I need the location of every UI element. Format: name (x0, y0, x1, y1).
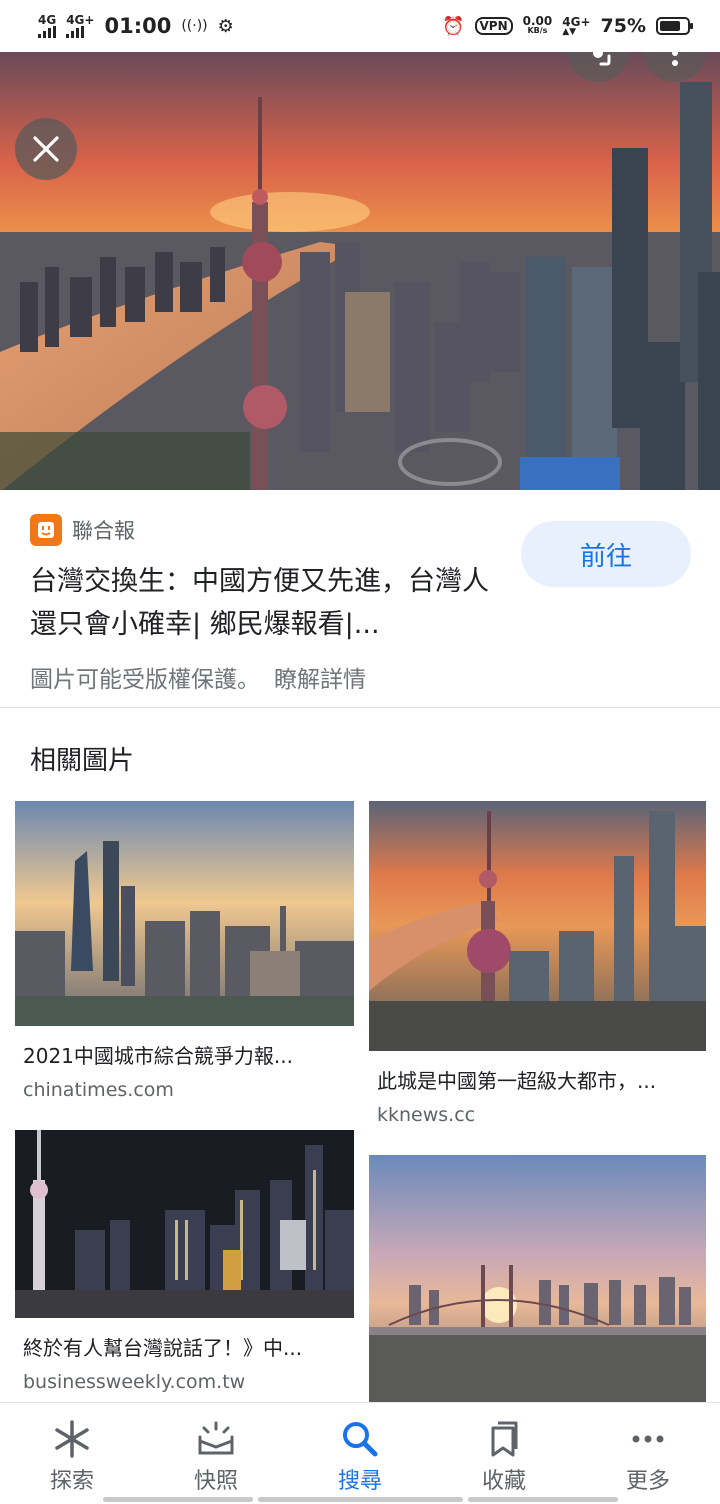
related-image-card[interactable] (369, 1155, 708, 1402)
related-caption: 2021中國城市綜合競爭力報... (23, 1044, 293, 1068)
headline-link[interactable]: 台灣交換生：中國方便又先進，台灣人還只會小確幸| 鄉民爆報看|... (30, 560, 500, 646)
more-vert-icon (672, 52, 678, 66)
status-right: ⏰ VPN 0.00 KB/s 4G+ ▲▼ 75% (442, 14, 693, 37)
nav-label: 收藏 (481, 1469, 526, 1494)
related-image-card[interactable]: 此城是中國第一超級大都市，... kknews.cc (369, 801, 708, 1126)
clock: 01:00 (104, 14, 172, 38)
copyright-text: 圖片可能受版權保護。 (30, 667, 260, 693)
related-caption: 此城是中國第一超級大都市，... (377, 1069, 657, 1093)
asterisk-icon (55, 1420, 89, 1458)
nav-label: 搜尋 (337, 1469, 382, 1494)
lens-icon (593, 52, 611, 66)
image-info-panel: 聯合報 台灣交換生：中國方便又先進，台灣人還只會小確幸| 鄉民爆報看|... 前… (0, 490, 720, 708)
network-type-3: 4G+ (562, 14, 591, 29)
related-site: kknews.cc (377, 1104, 476, 1126)
gesture-bar-segment (258, 1497, 463, 1502)
related-caption: 終於有人幫台灣說話了！》中... (23, 1336, 303, 1360)
related-site: businessweekly.com.tw (23, 1371, 246, 1393)
signal-icon: 4G (38, 14, 56, 38)
related-thumbnail[interactable] (15, 801, 354, 1026)
battery-icon (656, 17, 693, 35)
status-left: 4G 4G+ 01:00 ((·)) ⚙ (38, 14, 234, 38)
related-image-card[interactable]: 終於有人幫台灣說話了！》中... businessweekly.com.tw (15, 1130, 354, 1393)
nav-label: 探索 (49, 1469, 94, 1494)
nav-search[interactable]: 搜尋 (293, 1403, 428, 1504)
signal-icon-3: 4G+ ▲▼ (562, 14, 591, 37)
battery-percent: 75% (600, 15, 646, 37)
search-icon (343, 1422, 378, 1457)
alarm-icon: ⏰ (442, 15, 465, 37)
status-bar: 4G 4G+ 01:00 ((·)) ⚙ ⏰ VPN 0.00 KB/s 4G+… (0, 0, 720, 52)
vpn-badge: VPN (474, 17, 513, 35)
network-type-2: 4G+ (66, 13, 95, 27)
gesture-bar-segment (468, 1497, 618, 1502)
source-name: 聯合報 (72, 519, 135, 543)
gesture-bar-segment (103, 1497, 253, 1502)
copyright-notice: 圖片可能受版權保護。 瞭解詳情 (30, 660, 380, 694)
related-site: chinatimes.com (23, 1079, 174, 1101)
related-thumbnail[interactable] (369, 1155, 708, 1402)
nav-more[interactable]: 更多 (581, 1403, 716, 1504)
signal-icon-2: 4G+ (66, 14, 94, 38)
source-row[interactable]: 聯合報 (30, 514, 135, 546)
network-type-1: 4G (38, 13, 57, 27)
hero-image[interactable] (0, 52, 720, 490)
related-thumbnail[interactable] (369, 801, 708, 1051)
snapshot-icon (198, 1421, 234, 1455)
network-speed: 0.00 KB/s (523, 15, 553, 36)
nav-snapshot[interactable]: 快照 (149, 1403, 284, 1504)
nav-explore[interactable]: 探索 (5, 1403, 140, 1504)
hotspot-icon: ((·)) (181, 18, 208, 34)
related-thumbnail[interactable] (15, 1130, 354, 1318)
source-logo-icon (30, 514, 62, 546)
hero-photo (0, 52, 720, 490)
more-horiz-icon (632, 1435, 664, 1443)
nav-collections[interactable]: 收藏 (437, 1403, 572, 1504)
related-image-card[interactable]: 2021中國城市綜合競爭力報... chinatimes.com (15, 801, 354, 1101)
goto-button[interactable]: 前往 (521, 521, 691, 587)
nav-label: 快照 (193, 1469, 238, 1494)
settings-gear-icon: ⚙ (217, 15, 234, 37)
related-images-title: 相關圖片 (30, 746, 135, 776)
bottom-navigation: 探索 快照 搜尋 收藏 更多 (0, 1402, 720, 1504)
collections-icon (491, 1421, 518, 1457)
learn-more-link[interactable]: 瞭解詳情 (274, 667, 366, 693)
battery-fill (660, 21, 680, 31)
close-button[interactable] (15, 118, 77, 180)
close-icon (33, 136, 59, 162)
nav-label: 更多 (625, 1469, 670, 1494)
